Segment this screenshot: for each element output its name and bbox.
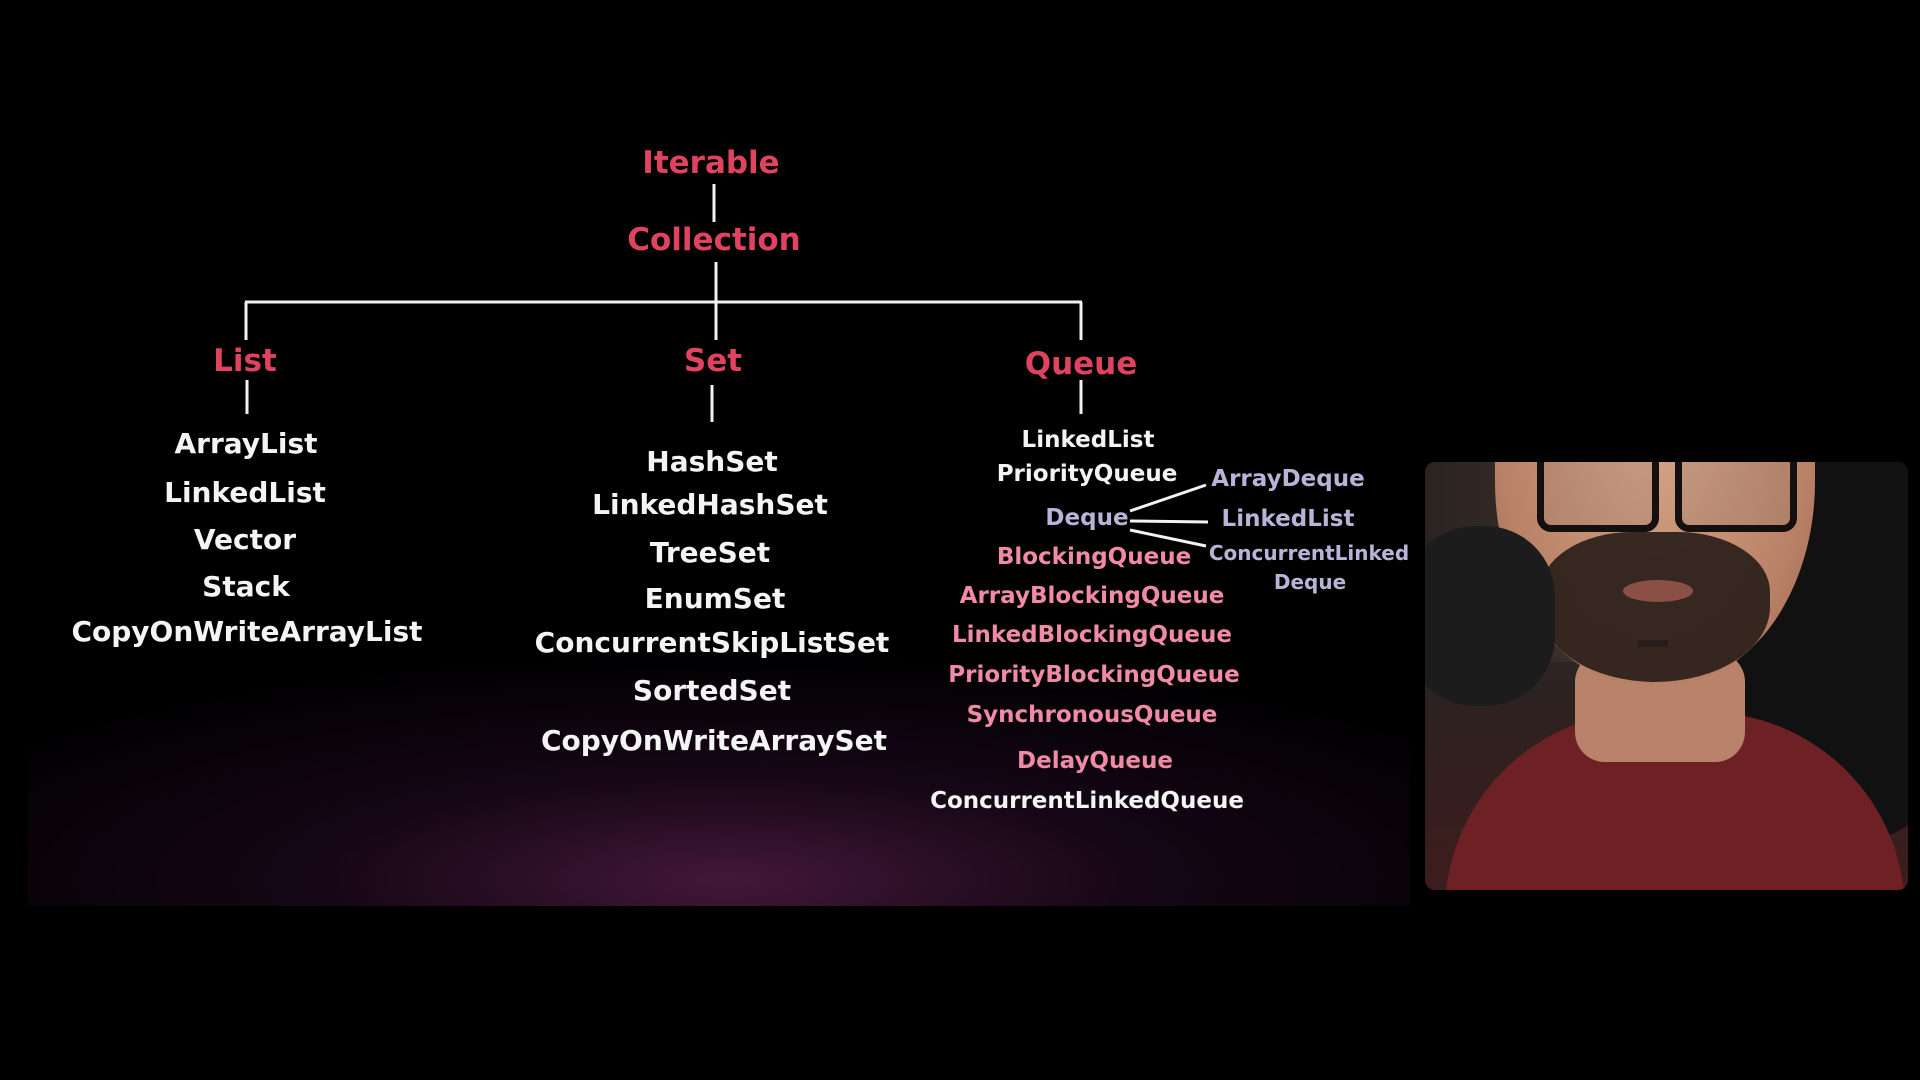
node-list: List [213,343,277,379]
node-iterable: Iterable [642,145,780,181]
deque-item: ArrayDeque [1211,466,1365,492]
deque-item: LinkedList [1221,506,1355,532]
blocking-queue-item: ArrayBlockingQueue [959,583,1225,609]
node-queue: Queue [1024,346,1138,382]
node-blocking-queue: BlockingQueue [996,544,1192,570]
set-item: SortedSet [632,674,792,707]
line-deque-arraydeque [1129,483,1207,513]
list-item: Vector [193,523,297,556]
list-item: ArrayList [174,427,318,460]
deque-item: ConcurrentLinked [1208,541,1410,565]
deque-item: Deque [1273,570,1347,594]
queue-item: PriorityQueue [996,461,1178,487]
line-deque-linkedlist [1129,519,1209,524]
set-item: CopyOnWriteArraySet [540,724,888,757]
node-set: Set [683,343,743,379]
set-item: EnumSet [644,582,786,615]
set-item: TreeSet [649,536,771,569]
set-item: ConcurrentSkipListSet [534,626,890,659]
webcam-video [1425,462,1908,890]
blocking-queue-item: PriorityBlockingQueue [948,662,1240,688]
list-item: Stack [202,570,290,603]
node-deque: Deque [1045,505,1129,531]
queue-item: LinkedList [1021,427,1155,453]
set-item: LinkedHashSet [592,488,828,521]
node-collection: Collection [627,222,801,258]
queue-item: ConcurrentLinkedQueue [930,788,1244,814]
blocking-queue-item: LinkedBlockingQueue [951,622,1233,648]
set-item: HashSet [646,445,778,478]
blocking-queue-item: DelayQueue [1017,748,1173,774]
list-item: CopyOnWriteArrayList [71,615,423,648]
list-item: LinkedList [164,476,326,509]
blocking-queue-item: SynchronousQueue [966,702,1218,728]
